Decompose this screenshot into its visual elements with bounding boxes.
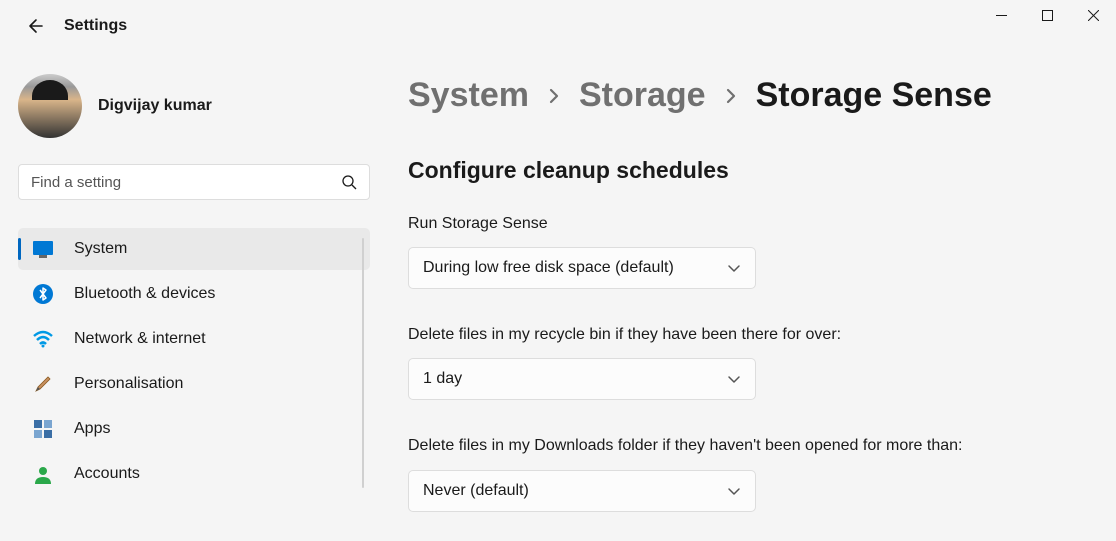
- search-input-container[interactable]: [18, 164, 370, 200]
- nav-item-network[interactable]: Network & internet: [18, 318, 370, 360]
- minimize-icon: [996, 10, 1007, 21]
- brush-icon: [32, 373, 54, 395]
- close-icon: [1088, 10, 1099, 21]
- search-input[interactable]: [31, 174, 341, 191]
- window-controls: [978, 0, 1116, 30]
- chevron-down-icon: [727, 486, 741, 496]
- chevron-right-icon: [547, 86, 561, 106]
- dropdown-value: Never (default): [423, 482, 529, 500]
- dropdown-value: 1 day: [423, 370, 462, 388]
- apps-icon: [32, 418, 54, 440]
- avatar: [18, 74, 82, 138]
- minimize-button[interactable]: [978, 0, 1024, 30]
- dropdown-value: During low free disk space (default): [423, 259, 674, 277]
- nav-label: Bluetooth & devices: [74, 285, 215, 303]
- header: Settings: [0, 0, 1116, 52]
- downloads-folder-dropdown[interactable]: Never (default): [408, 470, 756, 512]
- nav-label: Accounts: [74, 465, 140, 483]
- breadcrumb: System Storage Storage Sense: [408, 76, 1086, 115]
- chevron-right-icon: [724, 86, 738, 106]
- nav-label: Personalisation: [74, 375, 183, 393]
- profile-name: Digvijay kumar: [98, 97, 212, 115]
- nav-item-system[interactable]: System: [18, 228, 370, 270]
- main-content: System Storage Storage Sense Configure c…: [378, 52, 1116, 537]
- nav-item-personalisation[interactable]: Personalisation: [18, 363, 370, 405]
- breadcrumb-root[interactable]: System: [408, 76, 529, 115]
- maximize-icon: [1042, 10, 1053, 21]
- recycle-bin-label: Delete files in my recycle bin if they h…: [408, 323, 968, 346]
- profile-block[interactable]: Digvijay kumar: [18, 52, 370, 164]
- back-arrow-icon: [24, 16, 44, 36]
- close-button[interactable]: [1070, 0, 1116, 30]
- chevron-down-icon: [727, 263, 741, 273]
- downloads-folder-label: Delete files in my Downloads folder if t…: [408, 434, 968, 457]
- run-storage-sense-label: Run Storage Sense: [408, 212, 968, 235]
- maximize-button[interactable]: [1024, 0, 1070, 30]
- section-title: Configure cleanup schedules: [408, 157, 1086, 184]
- run-storage-sense-dropdown[interactable]: During low free disk space (default): [408, 247, 756, 289]
- nav-label: Apps: [74, 420, 110, 438]
- nav-list: System Bluetooth & devices Network & int…: [18, 228, 370, 498]
- back-button[interactable]: [22, 14, 46, 38]
- page-title: Settings: [64, 17, 127, 35]
- breadcrumb-current: Storage Sense: [756, 76, 992, 115]
- nav-item-accounts[interactable]: Accounts: [18, 453, 370, 495]
- bluetooth-icon: [32, 283, 54, 305]
- nav-item-apps[interactable]: Apps: [18, 408, 370, 450]
- wifi-icon: [32, 328, 54, 350]
- system-icon: [32, 238, 54, 260]
- search-icon: [341, 174, 357, 190]
- sidebar: Digvijay kumar System Bluetooth & device…: [0, 52, 378, 537]
- nav-item-bluetooth[interactable]: Bluetooth & devices: [18, 273, 370, 315]
- chevron-down-icon: [727, 374, 741, 384]
- breadcrumb-parent[interactable]: Storage: [579, 76, 706, 115]
- nav-label: Network & internet: [74, 330, 206, 348]
- recycle-bin-dropdown[interactable]: 1 day: [408, 358, 756, 400]
- accounts-icon: [32, 463, 54, 485]
- nav-label: System: [74, 240, 127, 258]
